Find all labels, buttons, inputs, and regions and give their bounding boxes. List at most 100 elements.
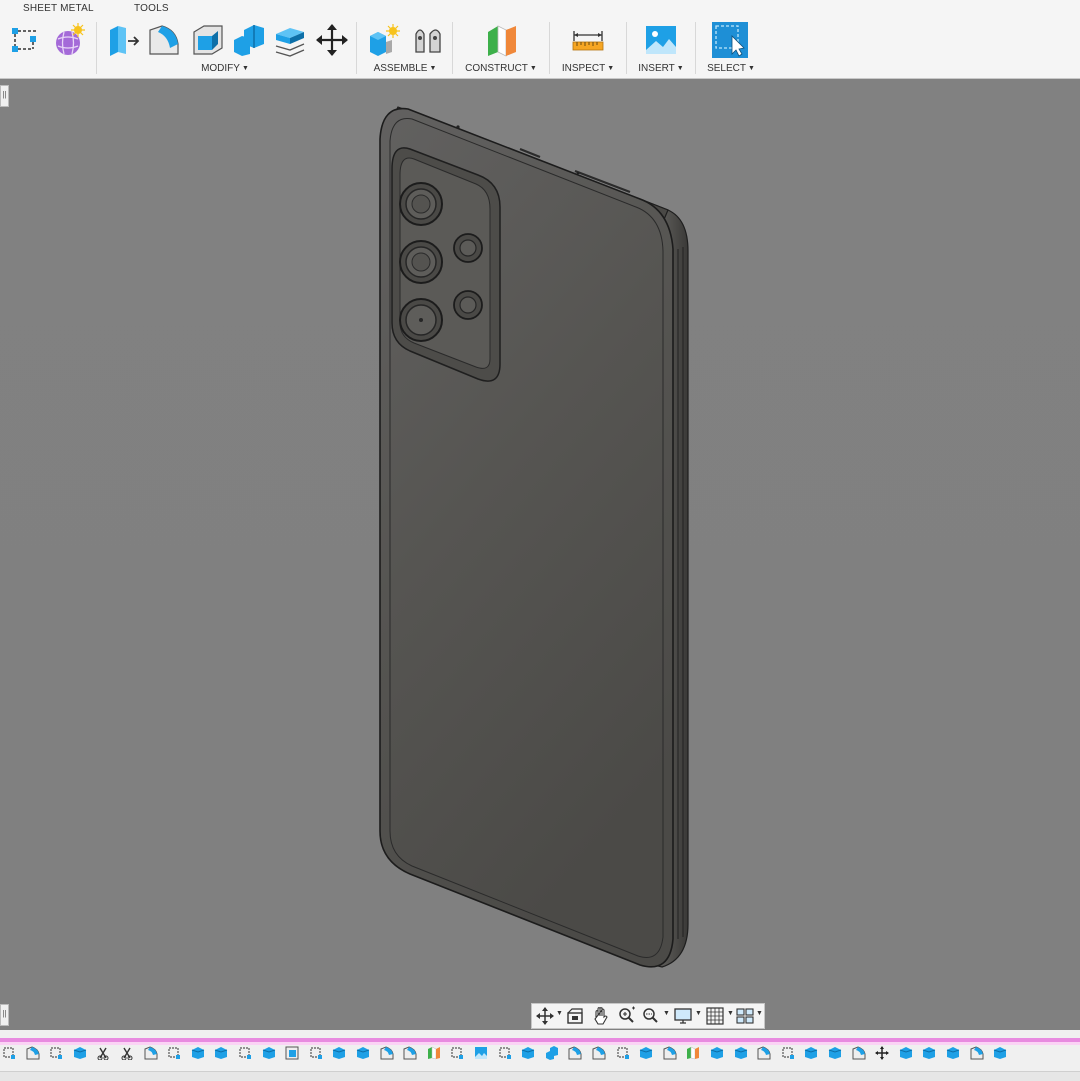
camera-sensor: [453, 233, 483, 263]
insert-group: INSERT ▼: [630, 18, 692, 78]
timeline-fillet-icon[interactable]: [144, 1046, 158, 1060]
timeline-sketch-icon[interactable]: [450, 1046, 464, 1060]
timeline-extrude-icon[interactable]: [828, 1046, 842, 1060]
chevron-down-icon: ▼: [529, 65, 537, 72]
timeline-fillet-icon[interactable]: [852, 1046, 866, 1060]
chevron-down-icon[interactable]: ▼: [756, 1010, 763, 1017]
new-component-icon[interactable]: [366, 22, 402, 58]
timeline-fillet-icon[interactable]: [403, 1046, 417, 1060]
timeline: [0, 1030, 1080, 1081]
inspect-group: INSPECT ▼: [553, 18, 623, 78]
separator: [626, 22, 627, 74]
sketch-dimension-icon[interactable]: [6, 22, 42, 58]
timeline-extrude-icon[interactable]: [191, 1046, 205, 1060]
assemble-menu[interactable]: ASSEMBLE ▼: [360, 63, 450, 74]
timeline-fillet-icon[interactable]: [970, 1046, 984, 1060]
timeline-cut-icon[interactable]: [120, 1046, 134, 1060]
timeline-extrude-icon[interactable]: [521, 1046, 535, 1060]
chevron-down-icon[interactable]: ▼: [727, 1010, 734, 1017]
timeline-extrude-icon[interactable]: [946, 1046, 960, 1060]
timeline-extrude-icon[interactable]: [804, 1046, 818, 1060]
combine-icon[interactable]: [230, 22, 266, 58]
timeline-cut-icon[interactable]: [96, 1046, 110, 1060]
timeline-sketch-icon[interactable]: [309, 1046, 323, 1060]
timeline-fillet-icon[interactable]: [568, 1046, 582, 1060]
timeline-sketch-icon[interactable]: [2, 1046, 16, 1060]
measure-icon[interactable]: [570, 22, 606, 58]
timeline-track: [0, 1042, 1080, 1045]
timeline-fillet-icon[interactable]: [380, 1046, 394, 1060]
tab-sheet-metal[interactable]: SHEET METAL: [23, 3, 94, 14]
display-settings-icon[interactable]: [672, 1006, 694, 1026]
insert-menu[interactable]: INSERT ▼: [630, 63, 692, 74]
timeline-extrude-icon[interactable]: [73, 1046, 87, 1060]
chevron-down-icon[interactable]: ▼: [695, 1010, 702, 1017]
timeline-sketch-icon[interactable]: [49, 1046, 63, 1060]
joint-icon[interactable]: [410, 22, 446, 58]
fillet-icon[interactable]: [146, 22, 182, 58]
canvas-viewport[interactable]: || ||: [0, 79, 1080, 1030]
timeline-fillet-icon[interactable]: [663, 1046, 677, 1060]
timeline-extrude-icon[interactable]: [332, 1046, 346, 1060]
insert-canvas-icon[interactable]: [643, 22, 679, 58]
chevron-down-icon[interactable]: ▼: [663, 1010, 670, 1017]
timeline-extrude-icon[interactable]: [639, 1046, 653, 1060]
timeline-fillet-icon[interactable]: [592, 1046, 606, 1060]
timeline-sketch-icon[interactable]: [616, 1046, 630, 1060]
chevron-down-icon: ▼: [607, 65, 615, 72]
timeline-fillet-icon[interactable]: [26, 1046, 40, 1060]
timeline-extrude-icon[interactable]: [262, 1046, 276, 1060]
pan-icon[interactable]: [590, 1006, 612, 1026]
timeline-canvas-icon[interactable]: [474, 1046, 488, 1060]
zoom-icon[interactable]: [616, 1006, 638, 1026]
timeline-extrude-icon[interactable]: [899, 1046, 913, 1060]
look-at-icon[interactable]: [564, 1006, 586, 1026]
shell-icon[interactable]: [190, 22, 226, 58]
tab-tools[interactable]: TOOLS: [134, 3, 169, 14]
timeline-extrude-icon[interactable]: [214, 1046, 228, 1060]
select-menu[interactable]: SELECT ▼: [699, 63, 763, 74]
modify-label: MODIFY: [201, 63, 240, 74]
orbit-icon[interactable]: [534, 1006, 556, 1026]
timeline-sketch-icon[interactable]: [781, 1046, 795, 1060]
chevron-down-icon: ▼: [429, 65, 437, 72]
timeline-extrude-icon[interactable]: [993, 1046, 1007, 1060]
inspect-menu[interactable]: INSPECT ▼: [553, 63, 623, 74]
offset-plane-icon[interactable]: [484, 22, 520, 58]
timeline-fillet-icon[interactable]: [757, 1046, 771, 1060]
select-label: SELECT: [707, 63, 746, 74]
chevron-down-icon: ▼: [747, 65, 755, 72]
camera-flash: [453, 290, 483, 320]
move-icon[interactable]: [314, 22, 350, 58]
timeline-shell-icon[interactable]: [285, 1046, 299, 1060]
press-pull-icon[interactable]: [104, 22, 140, 58]
chevron-down-icon: ▼: [676, 65, 684, 72]
grid-icon[interactable]: [704, 1006, 726, 1026]
tab-strip: SHEET METAL TOOLS: [0, 0, 1080, 18]
viewports-icon[interactable]: [734, 1006, 756, 1026]
timeline-plane-icon[interactable]: [427, 1046, 441, 1060]
timeline-move-icon[interactable]: [875, 1046, 889, 1060]
modify-group: MODIFY ▼: [100, 18, 350, 78]
timeline-extrude-icon[interactable]: [922, 1046, 936, 1060]
timeline-extrude-icon[interactable]: [734, 1046, 748, 1060]
fit-icon[interactable]: [640, 1006, 662, 1026]
form-icon[interactable]: [50, 22, 86, 58]
timeline-plane-icon[interactable]: [686, 1046, 700, 1060]
chevron-down-icon[interactable]: ▼: [556, 1010, 563, 1017]
timeline-combine-icon[interactable]: [545, 1046, 559, 1060]
offset-face-icon[interactable]: [272, 22, 308, 58]
construct-menu[interactable]: CONSTRUCT ▼: [456, 63, 546, 74]
timeline-extrude-icon[interactable]: [710, 1046, 724, 1060]
timeline-extrude-icon[interactable]: [356, 1046, 370, 1060]
modify-menu[interactable]: MODIFY ▼: [100, 63, 350, 74]
phone-model[interactable]: [0, 79, 1080, 1030]
timeline-sketch-icon[interactable]: [167, 1046, 181, 1060]
construct-group: CONSTRUCT ▼: [456, 18, 546, 78]
select-icon[interactable]: [712, 22, 748, 58]
timeline-sketch-icon[interactable]: [238, 1046, 252, 1060]
timeline-sketch-icon[interactable]: [498, 1046, 512, 1060]
separator: [549, 22, 550, 74]
chevron-down-icon: ▼: [241, 65, 249, 72]
toolbar: SHEET METAL TOOLS MODIFY ▼ ASSEMBLE ▼ CO…: [0, 0, 1080, 79]
